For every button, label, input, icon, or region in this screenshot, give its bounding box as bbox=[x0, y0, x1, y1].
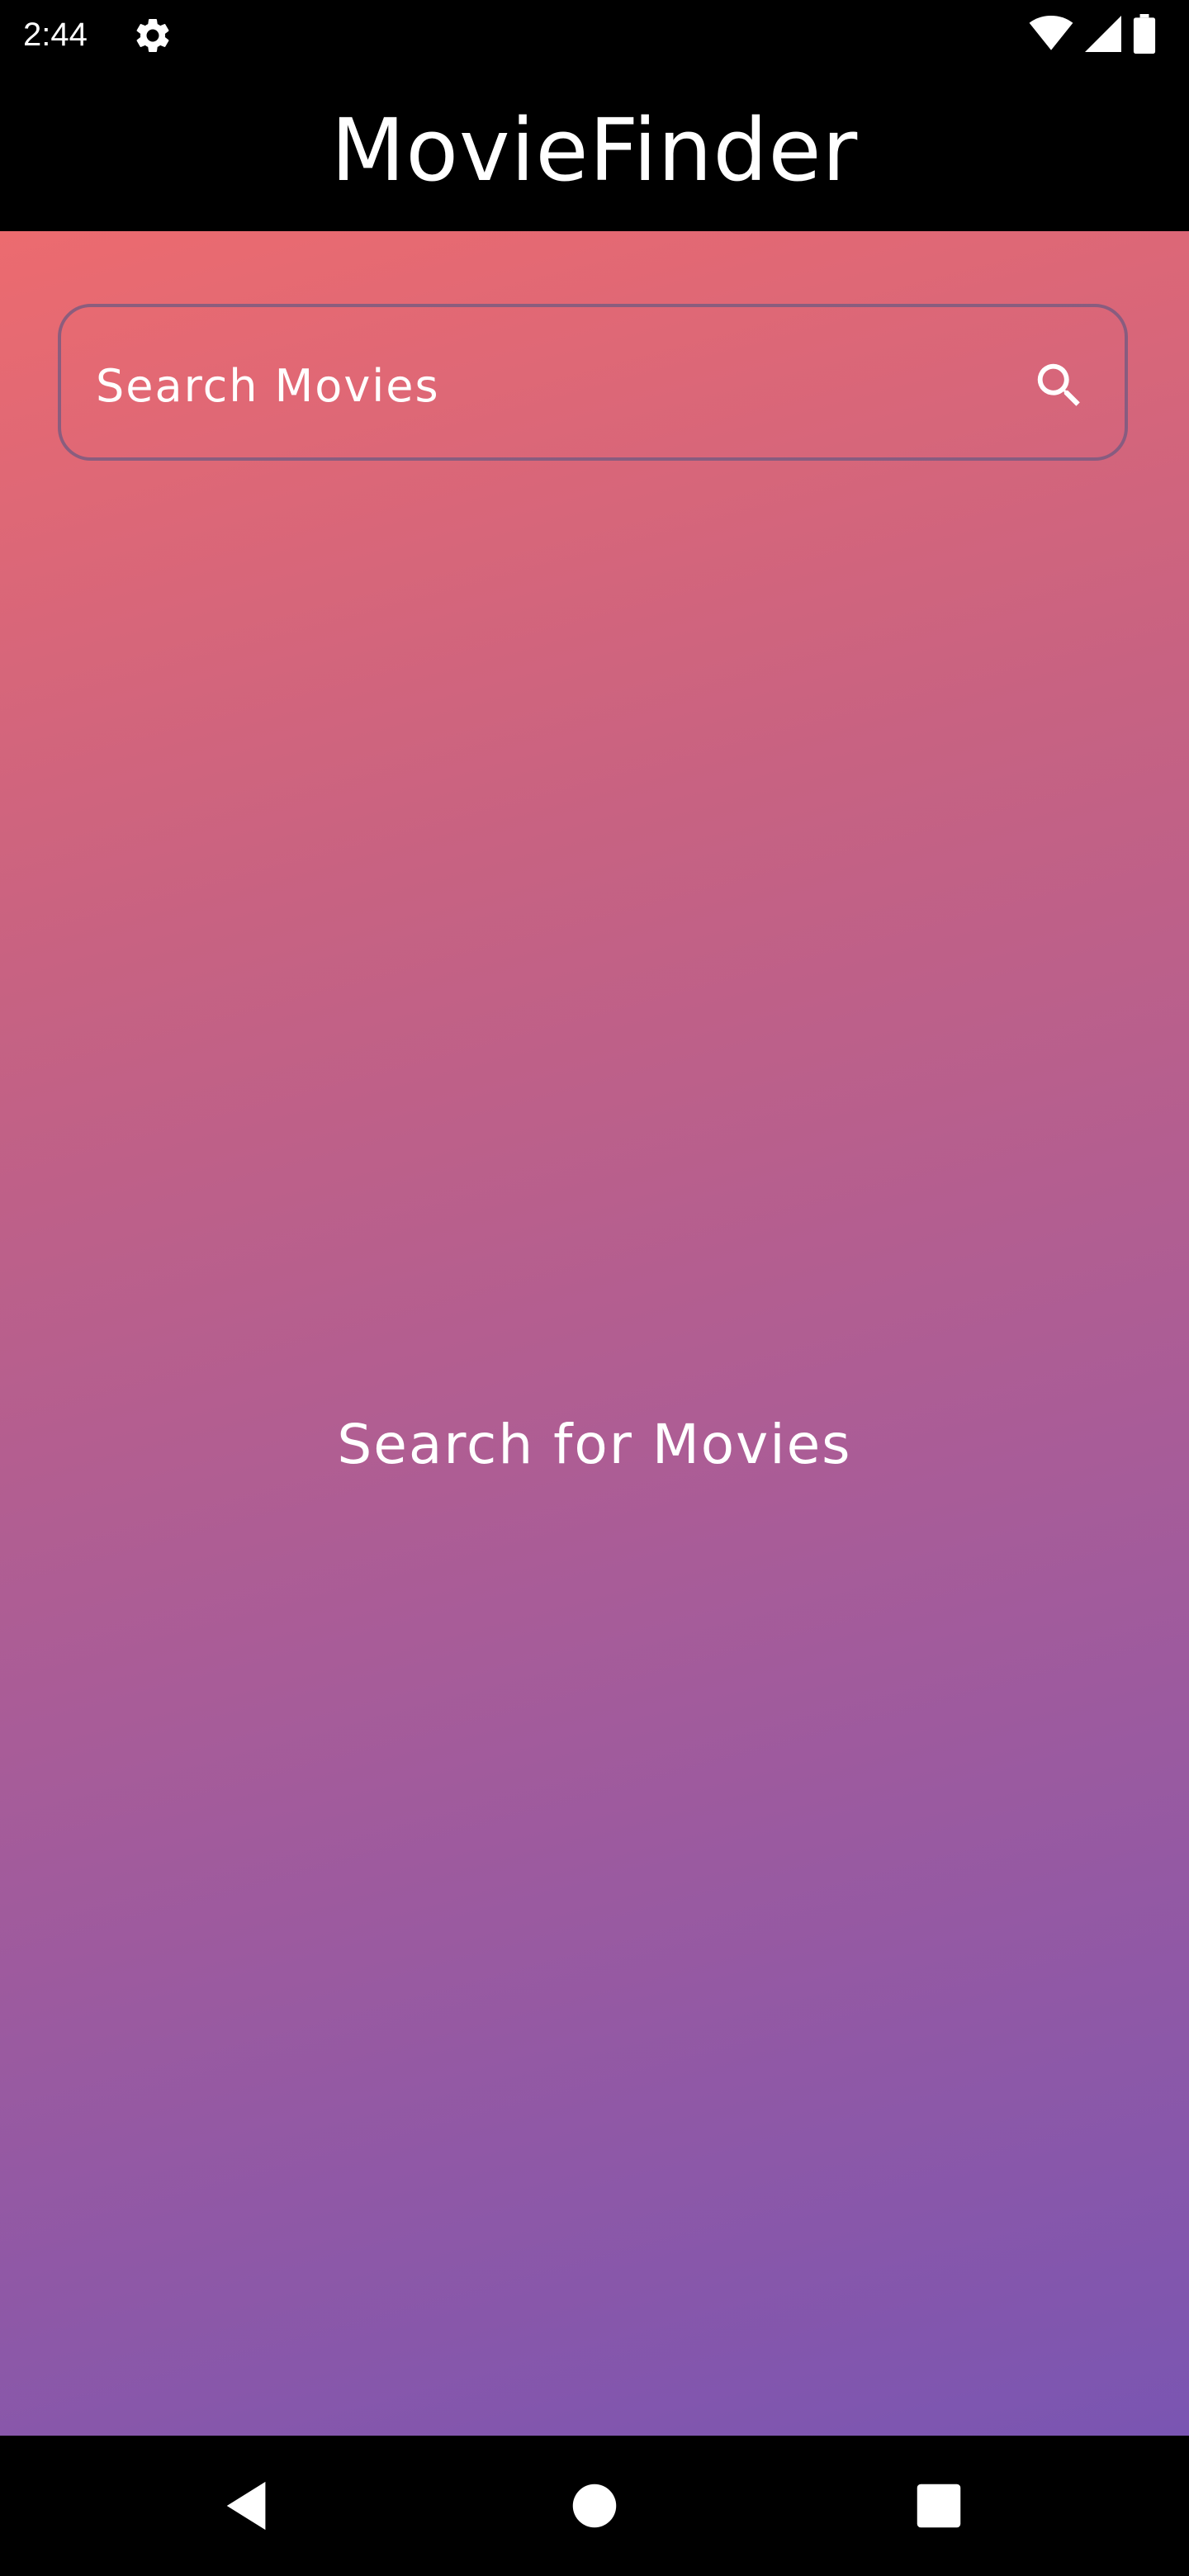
status-icons bbox=[1029, 14, 1156, 57]
signal-icon bbox=[1085, 16, 1121, 55]
app-title: MovieFinder bbox=[330, 100, 859, 201]
gear-icon bbox=[132, 15, 173, 56]
search-placeholder: Search Movies bbox=[96, 360, 440, 412]
search-icon[interactable] bbox=[1030, 357, 1088, 414]
wifi-icon bbox=[1029, 16, 1073, 55]
status-bar: 2:44 bbox=[0, 0, 1189, 69]
status-time: 2:44 bbox=[23, 17, 88, 53]
empty-state-message: Search for Movies bbox=[337, 1413, 852, 1476]
recents-icon[interactable] bbox=[910, 2477, 968, 2535]
main-content: Search Movies Search for Movies bbox=[0, 231, 1189, 2436]
home-icon[interactable] bbox=[566, 2477, 623, 2535]
screen: 2:44 MovieFinder Search Movies Search fo… bbox=[0, 0, 1189, 2576]
navigation-bar bbox=[0, 2436, 1189, 2576]
search-input[interactable]: Search Movies bbox=[58, 304, 1128, 461]
app-bar: MovieFinder bbox=[0, 69, 1189, 231]
back-icon[interactable] bbox=[220, 2477, 277, 2535]
battery-icon bbox=[1133, 14, 1156, 57]
